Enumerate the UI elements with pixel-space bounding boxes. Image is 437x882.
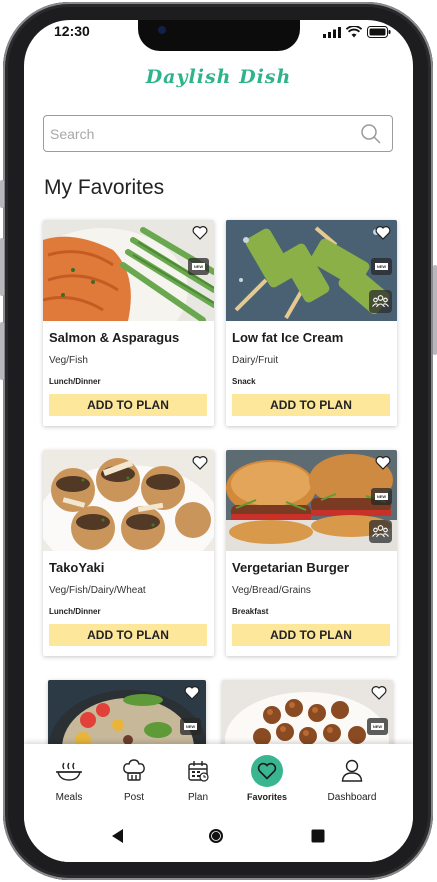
recipe-card[interactable]: NEW Salmon & Asparagus Veg/Fish Lunch/Di… [43, 220, 214, 426]
recipe-card[interactable]: TakoYaki Veg/Fish/Dairy/Wheat Lunch/Dinn… [43, 450, 214, 656]
battery-icon [367, 26, 391, 38]
nav-label: Plan [187, 792, 208, 803]
new-badge: NEW [367, 718, 388, 735]
nav-item-favorites[interactable]: Favorites [232, 744, 302, 806]
app-logo: Daylish Dish [145, 66, 292, 88]
chef-hat-icon [99, 754, 169, 788]
heart-icon[interactable] [375, 455, 391, 470]
recipe-category: Dairy/Fruit [232, 355, 279, 366]
search-bar [43, 115, 393, 152]
recipe-category: Veg/Fish/Dairy/Wheat [49, 585, 146, 596]
recipe-meal-type: Lunch/Dinner [49, 607, 101, 616]
recipe-card[interactable]: NEW Low fat Ice Cream Dairy/Fruit Snack … [226, 220, 397, 426]
page-title: My Favorites [44, 176, 165, 199]
new-badge: NEW [371, 488, 392, 505]
home-icon[interactable] [208, 828, 224, 844]
status-time: 12:30 [54, 23, 90, 39]
nav-label: Dashboard [327, 792, 377, 803]
notch [138, 20, 300, 51]
calendar-icon [163, 754, 233, 788]
heart-icon [232, 754, 302, 788]
add-to-plan-button[interactable]: ADD TO PLAN [49, 394, 207, 416]
favorites-active-indicator [251, 755, 283, 787]
side-button-right [433, 265, 437, 355]
heart-icon[interactable] [192, 455, 208, 470]
nav-item-meals[interactable]: Meals [34, 744, 104, 806]
screen: 12:30 Daylish Dish My Favorites [24, 20, 413, 862]
search-icon[interactable] [360, 123, 382, 145]
new-badge: NEW [180, 718, 201, 735]
status-icons [323, 26, 391, 38]
side-button-left-top [0, 180, 4, 208]
heart-icon[interactable] [192, 225, 208, 240]
recipe-title: Salmon & Asparagus [49, 330, 180, 345]
side-button-left-mid [0, 238, 4, 296]
nav-label: Post [123, 792, 144, 803]
recipe-category: Veg/Bread/Grains [232, 585, 311, 596]
heart-icon[interactable] [184, 685, 200, 700]
recipe-category: Veg/Fish [49, 355, 88, 366]
heart-icon[interactable] [371, 685, 387, 700]
recipe-title: Vergetarian Burger [232, 560, 350, 575]
recipe-title: Low fat Ice Cream [232, 330, 344, 345]
camera [158, 26, 166, 34]
nav-label: Favorites [246, 792, 288, 802]
group-icon [369, 290, 392, 313]
system-nav-bar [24, 806, 413, 862]
side-button-left-bottom [0, 322, 4, 380]
add-to-plan-button[interactable]: ADD TO PLAN [49, 624, 207, 646]
recipe-card[interactable]: NEW Vergetarian Burger Veg/Bread/Grains … [226, 450, 397, 656]
nav-label: Meals [55, 792, 83, 803]
signal-icon [323, 26, 341, 38]
wifi-icon [346, 26, 362, 38]
new-badge: NEW [371, 258, 392, 275]
search-input[interactable] [44, 116, 344, 151]
bowl-icon [34, 754, 104, 788]
bottom-nav: Meals Post Plan Favorites Dashboard [24, 744, 413, 806]
new-badge: NEW [188, 258, 209, 275]
group-icon [369, 520, 392, 543]
recipe-meal-type: Breakfast [232, 607, 269, 616]
nav-item-dashboard[interactable]: Dashboard [317, 744, 387, 806]
heart-icon[interactable] [375, 225, 391, 240]
recipe-meal-type: Lunch/Dinner [49, 377, 101, 386]
add-to-plan-button[interactable]: ADD TO PLAN [232, 624, 390, 646]
recents-icon[interactable] [311, 829, 325, 843]
recipe-photo [43, 450, 214, 551]
nav-item-post[interactable]: Post [99, 744, 169, 806]
add-to-plan-button[interactable]: ADD TO PLAN [232, 394, 390, 416]
user-icon [317, 754, 387, 788]
nav-item-plan[interactable]: Plan [163, 744, 233, 806]
recipe-meal-type: Snack [232, 377, 256, 386]
back-icon[interactable] [110, 828, 124, 844]
recipe-title: TakoYaki [49, 560, 105, 575]
